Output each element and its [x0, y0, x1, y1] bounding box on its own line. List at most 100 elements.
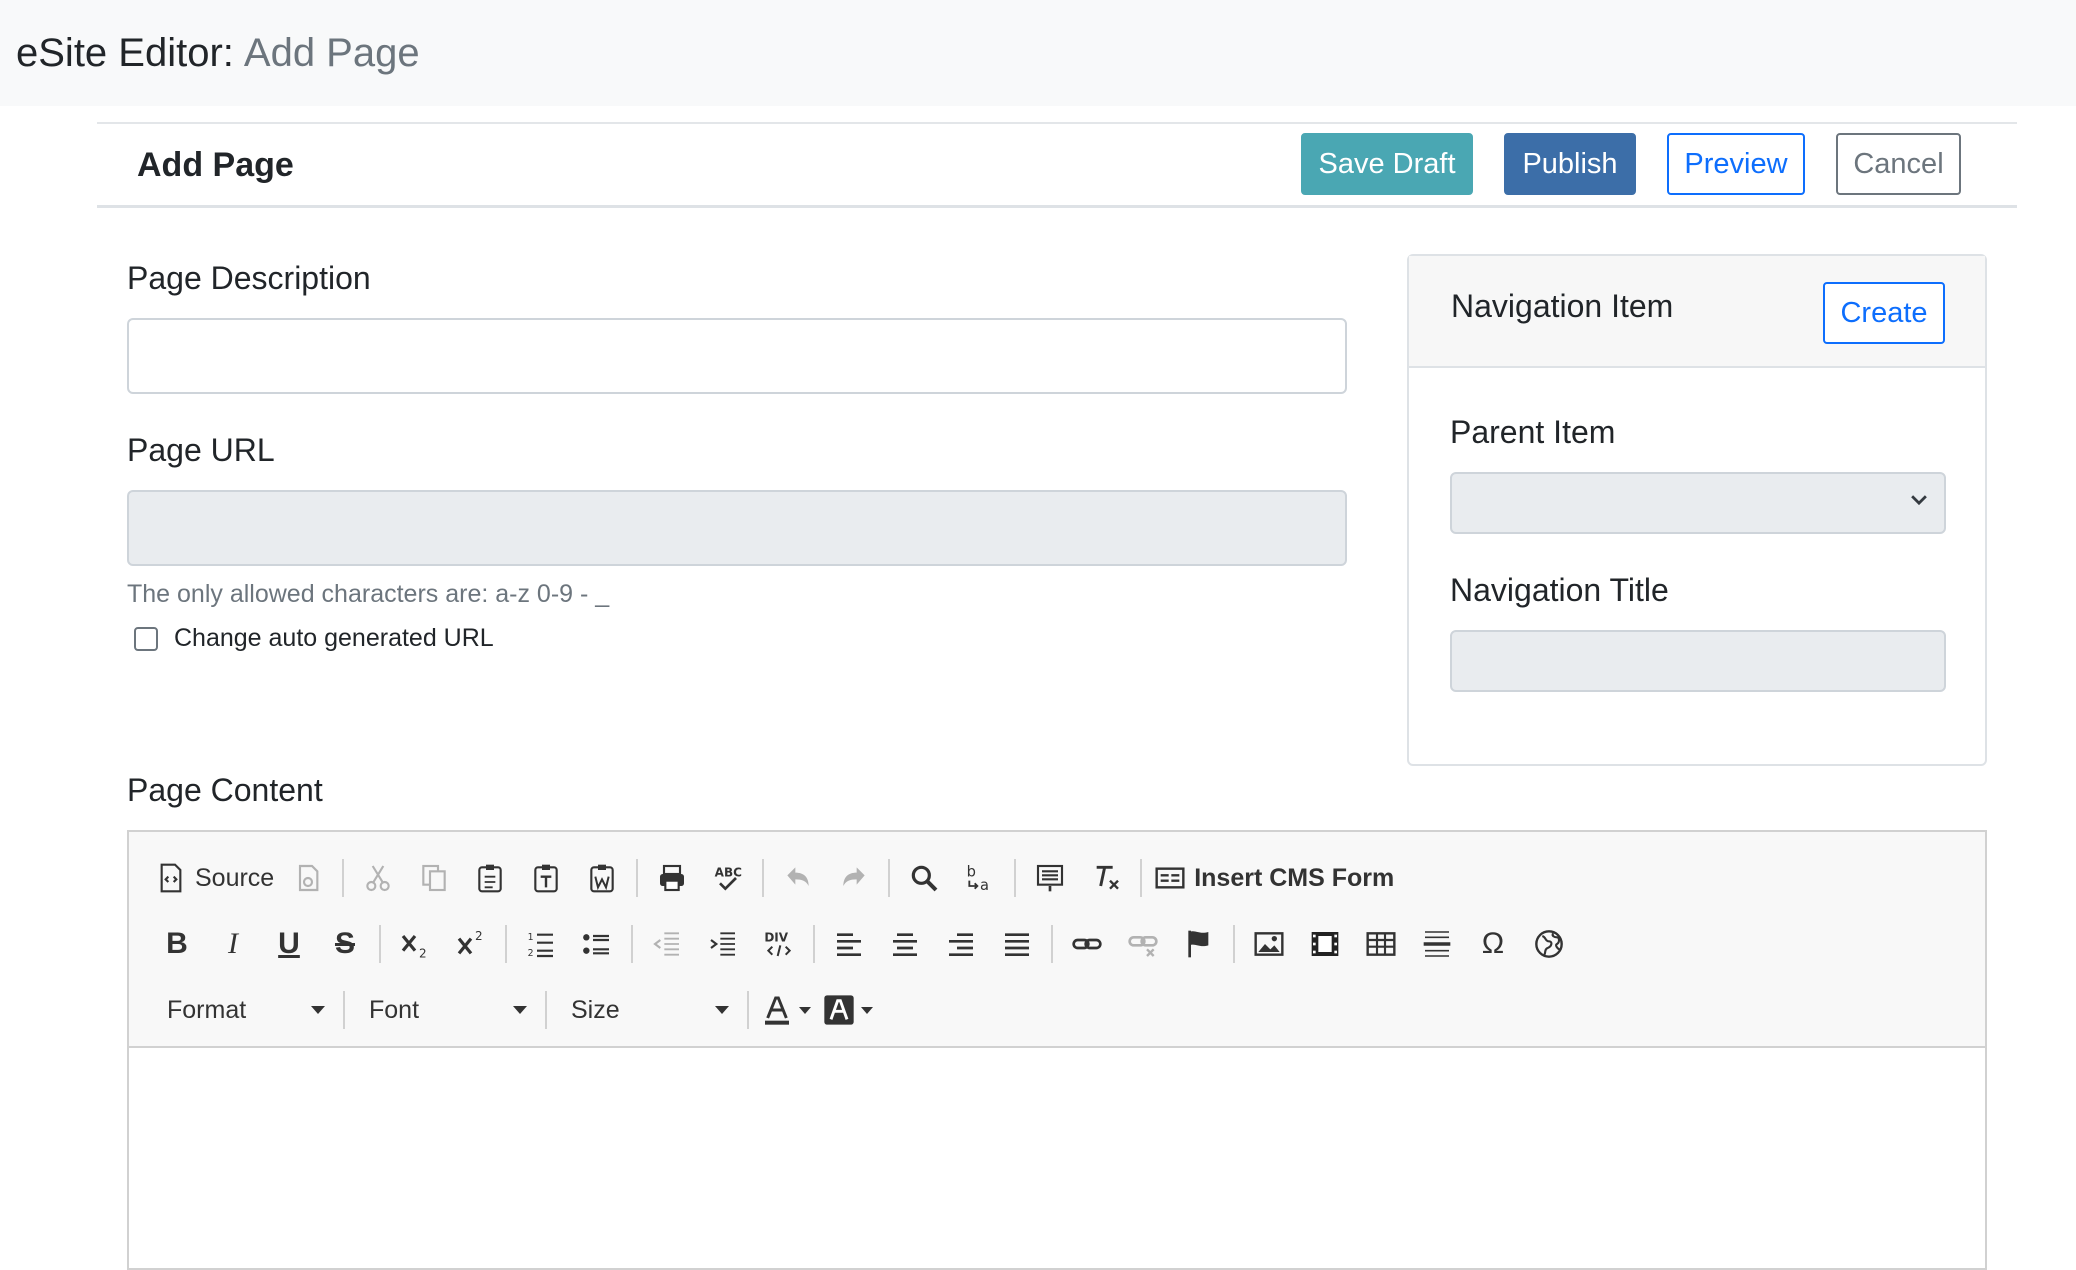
print-button[interactable]: [644, 852, 700, 904]
form-icon: [1155, 867, 1185, 889]
remove-format-button[interactable]: [1078, 852, 1134, 904]
insert-cms-form-button[interactable]: Insert CMS Form: [1148, 852, 1400, 904]
numbered-list-icon: 12: [528, 932, 553, 959]
format-dropdown-label: Format: [167, 995, 247, 1024]
navigation-item-header: Navigation Item Create: [1409, 256, 1985, 368]
unlink-button[interactable]: [1115, 918, 1171, 970]
save-draft-button[interactable]: Save Draft: [1301, 133, 1473, 195]
card-title: Add Page: [137, 146, 294, 184]
indent-button[interactable]: [695, 918, 751, 970]
page-url-input[interactable]: [127, 490, 1347, 566]
parent-item-select[interactable]: [1450, 472, 1946, 534]
horizontal-rule-button[interactable]: [1409, 918, 1465, 970]
subscript-button[interactable]: 2: [387, 918, 443, 970]
image-button[interactable]: [1241, 918, 1297, 970]
unlink-icon: [1128, 936, 1158, 957]
size-dropdown[interactable]: Size: [553, 984, 741, 1036]
rich-text-editor: Source ABC b a Insert CMS Form B I U S 2…: [127, 830, 1987, 1270]
underline-icon: U: [278, 927, 300, 960]
text-color-button[interactable]: [755, 984, 817, 1036]
paste-button[interactable]: [462, 852, 518, 904]
toolbar-separator: [1051, 925, 1053, 963]
undo-button[interactable]: [770, 852, 826, 904]
copy-button[interactable]: [406, 852, 462, 904]
navigation-title-input[interactable]: [1450, 630, 1946, 692]
select-all-icon: [1037, 864, 1064, 892]
app-page-name: Add Page: [243, 30, 420, 75]
strikethrough-icon: S: [334, 927, 355, 960]
video-button[interactable]: [1297, 918, 1353, 970]
paste-text-button[interactable]: [518, 852, 574, 904]
editor-toolbar: Source ABC b a Insert CMS Form B I U S 2…: [129, 832, 1985, 1048]
justify-icon: [1005, 933, 1029, 956]
navigation-title-label: Navigation Title: [1450, 572, 1669, 608]
change-url-row[interactable]: Change auto generated URL: [134, 624, 494, 653]
image-icon: [1254, 932, 1284, 956]
toolbar-separator: [1014, 859, 1017, 897]
special-char-button[interactable]: Ω: [1465, 918, 1521, 970]
paste-word-button[interactable]: [574, 852, 630, 904]
strikethrough-button[interactable]: S: [317, 918, 373, 970]
toolbar-separator: [762, 859, 765, 897]
chevron-down-icon: [1911, 495, 1927, 506]
toolbar-separator: [747, 991, 749, 1029]
link-button[interactable]: [1059, 918, 1115, 970]
page-url-help: The only allowed characters are: a-z 0-9…: [127, 580, 610, 608]
underline-button[interactable]: U: [261, 918, 317, 970]
toolbar-row-3: Format Font Size: [149, 980, 879, 1040]
bold-button[interactable]: B: [149, 918, 205, 970]
numbered-list-button[interactable]: 12: [513, 918, 569, 970]
select-all-button[interactable]: [1022, 852, 1078, 904]
search-icon: [911, 865, 938, 892]
background-color-icon: [824, 995, 854, 1025]
toolbar-separator: [888, 859, 891, 897]
font-dropdown[interactable]: Font: [351, 984, 539, 1036]
redo-button[interactable]: [826, 852, 882, 904]
change-url-checkbox[interactable]: [134, 626, 158, 651]
save-doc-button[interactable]: [280, 852, 336, 904]
table-button[interactable]: [1353, 918, 1409, 970]
paste-text-icon: [534, 864, 558, 893]
caret-down-icon: [799, 1006, 811, 1014]
create-div-button[interactable]: DIV: [751, 918, 807, 970]
cut-button[interactable]: [350, 852, 406, 904]
preview-button[interactable]: Preview: [1667, 133, 1805, 195]
italic-button[interactable]: I: [205, 918, 261, 970]
caret-down-icon: [861, 1006, 873, 1014]
align-left-button[interactable]: [821, 918, 877, 970]
save-doc-icon: [299, 864, 319, 892]
anchor-button[interactable]: [1171, 918, 1227, 970]
align-right-button[interactable]: [933, 918, 989, 970]
table-icon: [1366, 932, 1396, 956]
bulleted-list-button[interactable]: [569, 918, 625, 970]
editor-content-area[interactable]: [129, 1050, 1985, 1268]
align-center-button[interactable]: [877, 918, 933, 970]
horizontal-rule-icon: [1423, 931, 1451, 957]
svg-text:ABC: ABC: [715, 866, 742, 880]
background-color-button[interactable]: [817, 984, 879, 1036]
caret-down-icon: [311, 1006, 325, 1014]
superscript-button[interactable]: 2: [443, 918, 499, 970]
outdent-button[interactable]: [639, 918, 695, 970]
source-doc-icon: [160, 863, 182, 893]
justify-button[interactable]: [989, 918, 1045, 970]
page-description-input[interactable]: [127, 318, 1347, 394]
toolbar-separator: [343, 991, 345, 1029]
create-nav-button[interactable]: Create: [1823, 282, 1945, 344]
page-content-label: Page Content: [127, 772, 323, 808]
format-dropdown[interactable]: Format: [149, 984, 337, 1036]
toolbar-separator: [1233, 925, 1235, 963]
iframe-button[interactable]: [1521, 918, 1577, 970]
print-icon: [660, 864, 685, 892]
spellcheck-button[interactable]: ABC: [700, 852, 756, 904]
find-button[interactable]: [896, 852, 952, 904]
superscript-icon: 2: [457, 929, 483, 955]
replace-button[interactable]: ba: [952, 852, 1008, 904]
svg-text:2: 2: [419, 946, 427, 960]
toolbar-separator: [1140, 859, 1143, 897]
source-button[interactable]: Source: [149, 852, 280, 904]
publish-button[interactable]: Publish: [1504, 133, 1636, 195]
cancel-button[interactable]: Cancel: [1836, 133, 1961, 195]
change-url-label: Change auto generated URL: [174, 624, 494, 652]
paste-icon: [478, 864, 502, 893]
